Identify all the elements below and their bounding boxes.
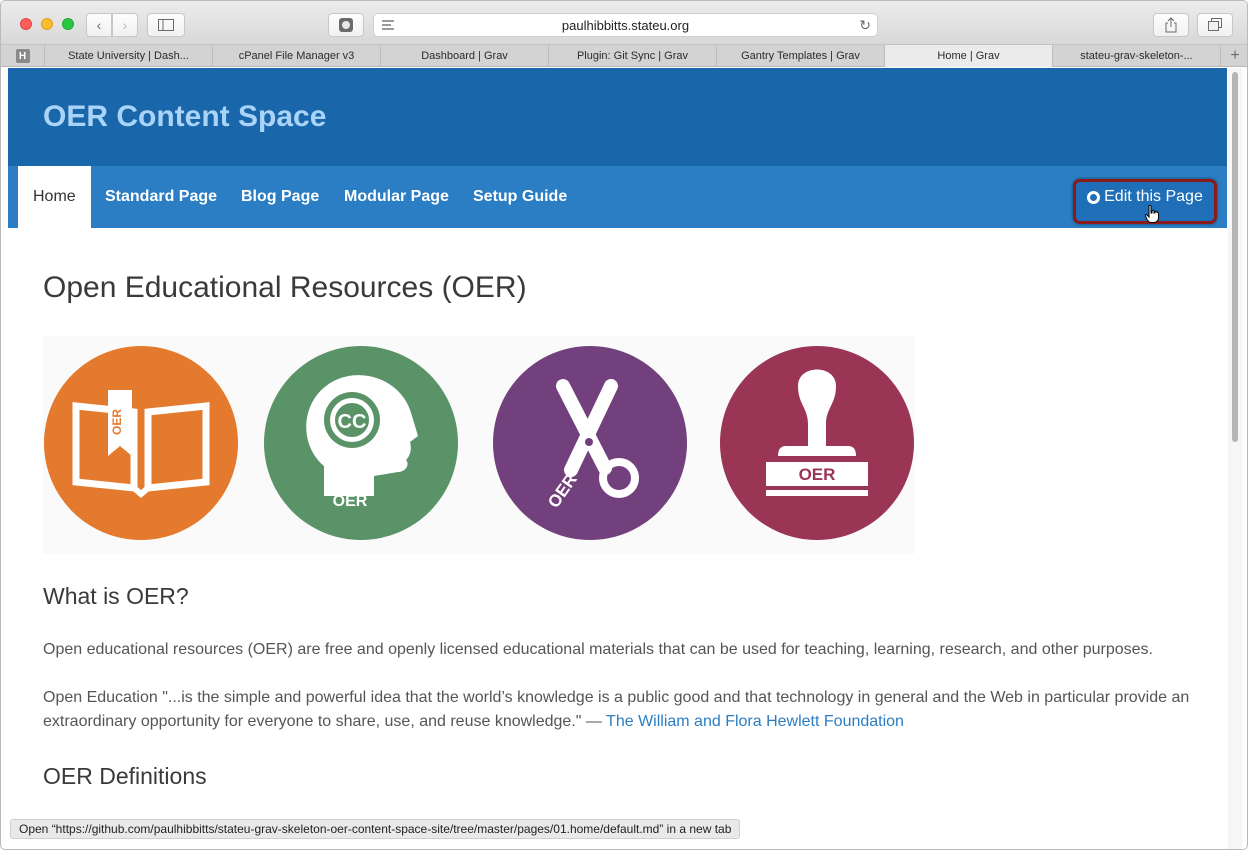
- open-book-icon: OER: [44, 346, 238, 540]
- cc-label: CC: [338, 411, 367, 433]
- tab-plugin-git-sync[interactable]: Plugin: Git Sync | Grav: [549, 45, 717, 67]
- hewlett-foundation-link[interactable]: The William and Flora Hewlett Foundation: [606, 713, 904, 730]
- new-tab-button[interactable]: +: [1221, 45, 1247, 66]
- tab-state-university[interactable]: State University | Dash...: [45, 45, 213, 67]
- record-icon: [339, 18, 353, 32]
- web-page: OER Content Space Home Standard Page Blo…: [8, 68, 1227, 849]
- head-oer-label: OER: [333, 493, 368, 510]
- edit-button-label: Edit this Page: [1104, 188, 1203, 205]
- reload-icon[interactable]: ↻: [859, 17, 871, 34]
- tab-gantry-templates[interactable]: Gantry Templates | Grav: [717, 45, 885, 67]
- tabs-overview-icon: [1208, 18, 1222, 31]
- stamp-oer-label: OER: [799, 465, 836, 484]
- back-button[interactable]: ‹: [86, 13, 112, 37]
- tab-bar: H State University | Dash... cPanel File…: [1, 45, 1247, 67]
- scissors-icon: OER: [493, 346, 687, 540]
- plus-icon: +: [1230, 46, 1240, 64]
- nav-modular-page[interactable]: Modular Page: [344, 166, 449, 228]
- hand-cursor-icon: [1145, 205, 1159, 223]
- nav-setup-guide[interactable]: Setup Guide: [473, 166, 567, 228]
- sidebar-toggle-button[interactable]: [147, 13, 185, 37]
- extension-button[interactable]: [328, 13, 364, 37]
- close-window-button[interactable]: [20, 18, 32, 30]
- favicon-h-icon: H: [15, 49, 30, 63]
- scissors-oer-label: OER: [544, 470, 581, 511]
- page-scrollbar[interactable]: [1228, 68, 1242, 849]
- what-is-oer-heading: What is OER?: [43, 583, 189, 609]
- address-bar[interactable]: paulhibbitts.stateu.org ↻: [373, 13, 878, 37]
- share-button[interactable]: [1153, 13, 1189, 37]
- reader-lines-icon: [382, 20, 394, 30]
- chevron-left-icon: ‹: [96, 17, 102, 33]
- oer-icons-image: OER CC OER OER OER: [43, 336, 915, 554]
- share-icon: [1165, 17, 1177, 33]
- site-title[interactable]: OER Content Space: [43, 100, 326, 134]
- zoom-window-button[interactable]: [62, 18, 74, 30]
- tab-stateu-grav-skeleton[interactable]: stateu-grav-skeleton-...: [1053, 45, 1221, 67]
- tab-home-grav[interactable]: Home | Grav: [885, 45, 1053, 67]
- minimize-window-button[interactable]: [41, 18, 53, 30]
- page-heading: Open Educational Resources (OER): [43, 271, 527, 304]
- chevron-right-icon: ›: [122, 17, 128, 33]
- stamp-icon: OER: [720, 346, 914, 540]
- open-education-quote: Open Education "...is the simple and pow…: [43, 686, 1193, 734]
- show-tabs-button[interactable]: [1197, 13, 1233, 37]
- title-bar: ‹ › paulhibbitts.stateu.org ↻: [1, 1, 1247, 45]
- book-oer-label: OER: [110, 409, 124, 435]
- nav-blog-page[interactable]: Blog Page: [241, 166, 319, 228]
- browser-window: ‹ › paulhibbitts.stateu.org ↻ H State Un…: [0, 0, 1248, 850]
- nav-home[interactable]: Home: [18, 166, 91, 228]
- forward-button[interactable]: ›: [112, 13, 138, 37]
- status-bar: Open “https://github.com/paulhibbitts/st…: [10, 819, 741, 839]
- tab-cpanel[interactable]: cPanel File Manager v3: [213, 45, 381, 67]
- nav-standard-page[interactable]: Standard Page: [105, 166, 217, 228]
- oer-definition-paragraph: Open educational resources (OER) are fre…: [43, 641, 1153, 658]
- sidebar-icon: [158, 19, 174, 31]
- site-header: OER Content Space: [8, 68, 1227, 166]
- url-text: paulhibbitts.stateu.org: [561, 17, 690, 33]
- scrollbar-thumb[interactable]: [1232, 72, 1238, 442]
- tab-dashboard-grav[interactable]: Dashboard | Grav: [381, 45, 549, 67]
- oer-definitions-heading: OER Definitions: [43, 763, 207, 789]
- pinned-tab[interactable]: H: [1, 45, 45, 67]
- site-nav: Home Standard Page Blog Page Modular Pag…: [8, 166, 1227, 228]
- github-icon: [1087, 191, 1101, 204]
- cc-head-icon: CC OER: [264, 346, 458, 540]
